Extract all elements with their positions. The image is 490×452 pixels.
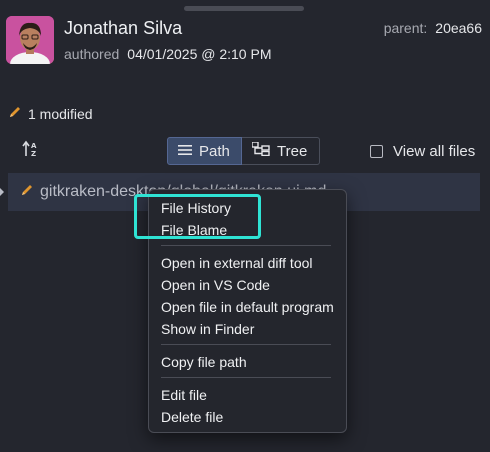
authored-info: authored 04/01/2025 @ 2:10 PM [64, 46, 271, 62]
menu-item-file-blame[interactable]: File Blame [161, 222, 227, 238]
svg-text:A: A [31, 142, 37, 150]
menu-item-delete-file[interactable]: Delete file [161, 409, 223, 425]
view-mode-toggle: Path Tree [167, 137, 320, 165]
menu-separator [161, 344, 331, 345]
pencil-icon [20, 183, 34, 202]
menu-item-copy-file-path[interactable]: Copy file path [161, 354, 247, 370]
list-icon [178, 143, 199, 160]
menu-item-show-in-finder[interactable]: Show in Finder [161, 321, 254, 337]
menu-separator [161, 245, 331, 246]
menu-item-open-vscode[interactable]: Open in VS Code [161, 277, 270, 293]
authored-date: 04/01/2025 @ 2:10 PM [127, 46, 272, 62]
path-view-button[interactable]: Path [167, 137, 242, 165]
view-all-files-checkbox[interactable] [370, 145, 383, 158]
sort-az-button[interactable]: A Z [20, 140, 42, 162]
file-context-menu: File History File Blame Open in external… [148, 189, 347, 433]
menu-item-edit-file[interactable]: Edit file [161, 387, 207, 403]
tree-icon [251, 141, 277, 160]
menu-item-open-external-diff[interactable]: Open in external diff tool [161, 255, 313, 271]
parent-label: parent: [383, 20, 428, 36]
menu-item-file-history[interactable]: File History [161, 200, 231, 216]
modified-count-text: 1 modified [28, 105, 93, 122]
author-name: Jonathan Silva [64, 18, 183, 38]
author-avatar [6, 16, 54, 64]
view-all-files-toggle[interactable]: View all files [370, 143, 475, 160]
view-all-files-label: View all files [393, 143, 476, 160]
modified-summary: 1 modified [8, 105, 93, 122]
authored-label: authored [64, 46, 120, 62]
tree-view-label: Tree [277, 142, 308, 160]
parent-info: parent: 20ea66 [384, 20, 482, 36]
row-indicator-arrow [0, 188, 4, 196]
path-view-label: Path [199, 142, 230, 160]
panel-drag-handle[interactable] [184, 6, 304, 11]
menu-item-open-default-program[interactable]: Open file in default program [161, 299, 334, 315]
menu-separator [161, 377, 331, 378]
svg-text:Z: Z [31, 150, 36, 158]
pencil-icon [8, 105, 22, 122]
sort-az-icon: A Z [21, 139, 41, 164]
parent-sha-link[interactable]: 20ea66 [435, 20, 482, 36]
tree-view-button[interactable]: Tree [242, 137, 320, 165]
